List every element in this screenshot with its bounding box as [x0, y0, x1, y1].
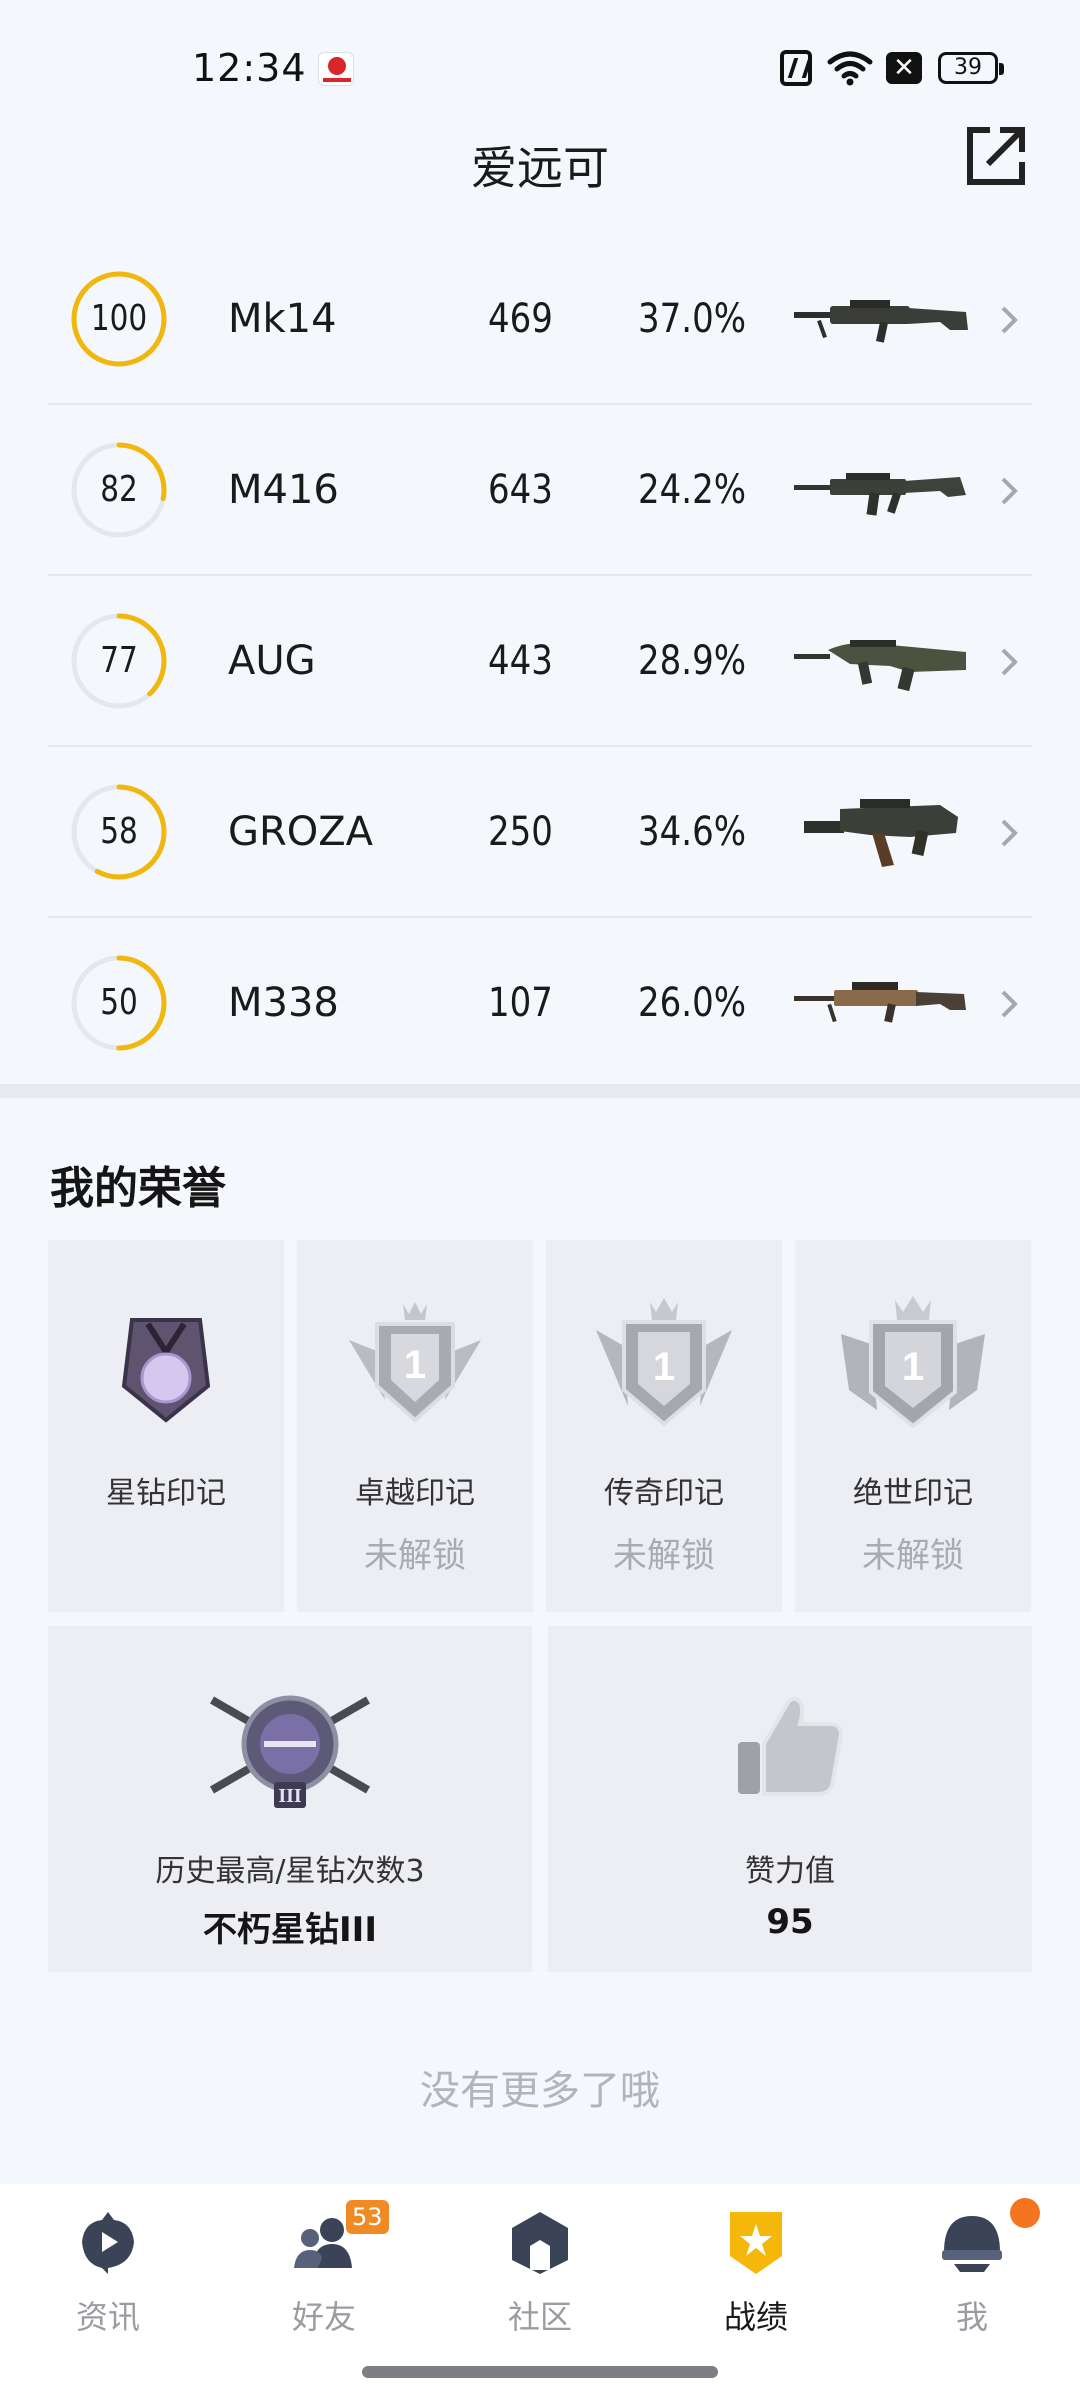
x-notification-icon: ✕	[886, 52, 922, 84]
weapon-row[interactable]: 82 M416 643 24.2%	[48, 405, 1032, 576]
aug-rifle-image	[794, 640, 966, 692]
honors-title: 我的荣誉	[50, 1163, 226, 1214]
likes-value: 95	[766, 1902, 814, 1942]
highest-rank-value: 不朽星钻III	[203, 1910, 377, 1950]
honor-card-excellent[interactable]: 1 卓越印记 未解锁	[297, 1240, 533, 1612]
weapon-rate: 26.0%	[638, 980, 747, 1026]
tab-community[interactable]: 社区	[432, 2184, 648, 2344]
excellent-rank-badge-icon: 1	[349, 1302, 481, 1423]
score-ring: 82	[70, 441, 168, 539]
weapon-row[interactable]: 77 AUG 443 28.9%	[48, 576, 1032, 747]
score-ring: 100	[70, 270, 168, 368]
page-title: 爱远可	[471, 141, 609, 195]
mk14-rifle-image	[794, 300, 968, 343]
svg-text:III: III	[278, 1785, 302, 1807]
wifi-icon	[827, 51, 873, 86]
chevron-right-icon	[1001, 990, 1018, 1018]
tab-label: 战绩	[723, 2298, 788, 2336]
battery-icon: 39	[938, 52, 1004, 84]
weapon-score: 50	[100, 982, 138, 1023]
weapon-score: 58	[100, 811, 138, 852]
community-icon	[512, 2212, 568, 2274]
nfc-icon	[780, 50, 812, 86]
weapon-row[interactable]: 50 M338 107 26.0%	[48, 918, 1032, 1089]
honor-status: 未解锁	[613, 1536, 715, 1576]
groza-rifle-image	[804, 799, 958, 867]
honor-name: 星钻印记	[106, 1476, 226, 1511]
honor-name: 卓越印记	[355, 1476, 475, 1511]
peerless-rank-badge-icon: 1	[841, 1296, 985, 1429]
record-shield-icon	[730, 2212, 782, 2274]
tab-records[interactable]: 战绩	[648, 2184, 864, 2344]
honor-status: 未解锁	[364, 1536, 466, 1576]
likes-label: 赞力值	[745, 1854, 835, 1889]
tab-label: 好友	[291, 2298, 356, 2336]
likes-card[interactable]: 赞力值 95	[548, 1626, 1032, 1972]
weapon-name: M338	[228, 980, 339, 1026]
tab-label: 资讯	[75, 2298, 140, 2336]
weapon-row[interactable]: 58 GROZA 250 34.6%	[48, 747, 1032, 918]
weapon-list: 100 Mk14 469 37.0% 82 M416 643 24.2% 77 …	[48, 234, 1032, 1089]
weapon-name: Mk14	[228, 296, 337, 342]
honor-card-legend[interactable]: 1 传奇印记 未解锁	[546, 1240, 782, 1612]
weapon-rate: 24.2%	[638, 467, 747, 513]
news-play-icon	[82, 2212, 134, 2274]
weapon-score: 100	[90, 298, 148, 339]
tab-me[interactable]: 我	[864, 2184, 1080, 2344]
friends-count-badge: 53	[346, 2200, 389, 2234]
honor-status: 未解锁	[862, 1536, 964, 1576]
weapon-name: AUG	[228, 638, 316, 684]
score-ring: 58	[70, 783, 168, 881]
weapon-kills: 643	[488, 467, 553, 513]
chevron-right-icon	[1001, 648, 1018, 676]
no-more-text: 没有更多了哦	[420, 2068, 660, 2114]
weapon-kills: 250	[488, 809, 553, 855]
section-divider	[0, 1084, 1080, 1098]
weapon-score: 77	[100, 640, 138, 681]
header: 爱远可	[0, 120, 1080, 200]
status-bar: 12:34 ✕ 39	[0, 0, 1080, 130]
rank-number: 1	[653, 1345, 675, 1389]
thumbs-up-icon	[738, 1696, 843, 1796]
tab-label: 我	[955, 2298, 988, 2336]
weapon-name: M416	[228, 467, 339, 513]
legend-rank-badge-icon: 1	[596, 1298, 732, 1427]
weapon-score: 82	[100, 469, 138, 510]
honor-card-peerless[interactable]: 1 绝世印记 未解锁	[795, 1240, 1031, 1612]
m416-rifle-image	[794, 473, 966, 516]
rank-number: 1	[404, 1343, 426, 1387]
tab-label: 社区	[507, 2298, 572, 2336]
highest-rank-card[interactable]: III 历史最高/星钻次数3 不朽星钻III	[48, 1626, 532, 1972]
honor-name: 传奇印记	[604, 1476, 724, 1511]
weapon-rate: 37.0%	[638, 296, 747, 342]
weapon-kills: 443	[488, 638, 553, 684]
rank-number: 1	[902, 1345, 924, 1389]
home-indicator[interactable]	[362, 2366, 718, 2378]
weapon-kills: 469	[488, 296, 553, 342]
highest-rank-label: 历史最高/星钻次数3	[155, 1854, 425, 1889]
status-time: 12:34	[192, 46, 307, 90]
battery-level: 39	[954, 55, 982, 80]
m338-rifle-image	[794, 982, 966, 1023]
chevron-right-icon	[1001, 306, 1018, 334]
score-ring: 77	[70, 612, 168, 710]
chevron-right-icon	[1001, 819, 1018, 847]
tab-news[interactable]: 资讯	[0, 2184, 216, 2344]
weapon-kills: 107	[488, 980, 553, 1026]
score-ring: 50	[70, 954, 168, 1052]
weapon-rate: 34.6%	[638, 809, 747, 855]
honor-card-star-diamond[interactable]: 星钻印记	[48, 1240, 284, 1612]
helmet-icon	[942, 2216, 1002, 2272]
tab-friends[interactable]: 53 好友	[216, 2184, 432, 2344]
star-diamond-medal-icon	[121, 1318, 211, 1423]
notification-dot	[1010, 2198, 1040, 2228]
weapon-name: GROZA	[228, 809, 374, 855]
app-notification-icon	[318, 52, 354, 86]
immortal-star-diamond-badge-icon: III	[210, 1695, 370, 1808]
chevron-right-icon	[1001, 477, 1018, 505]
weapon-rate: 28.9%	[638, 638, 747, 684]
weapon-row[interactable]: 100 Mk14 469 37.0%	[48, 234, 1032, 405]
share-external-icon[interactable]	[960, 120, 1032, 192]
honor-name: 绝世印记	[853, 1476, 973, 1511]
